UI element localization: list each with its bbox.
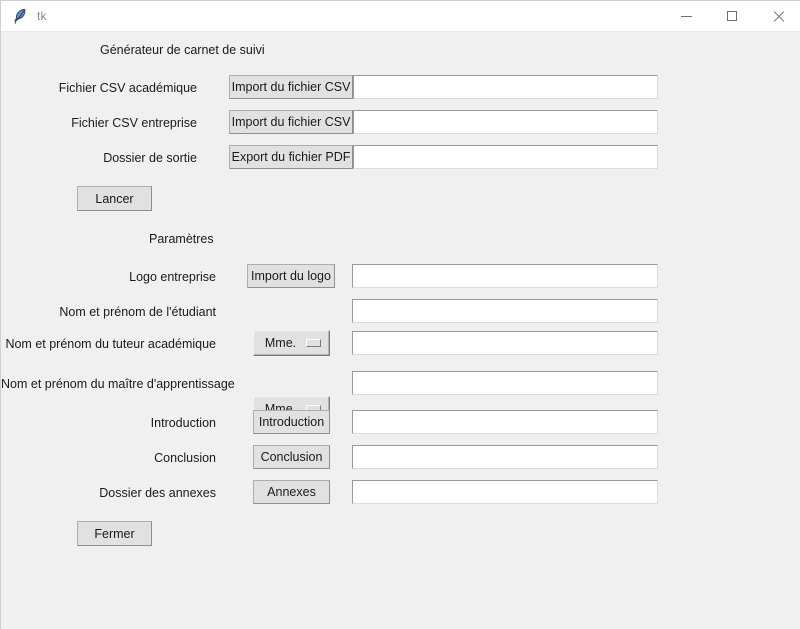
input-nom-etudiant[interactable] bbox=[352, 299, 658, 323]
feather-icon bbox=[11, 7, 29, 25]
close-button[interactable] bbox=[755, 1, 800, 32]
application-window: tk Générateur de carnet de suivi Fichier… bbox=[0, 0, 800, 629]
input-logo-entreprise[interactable] bbox=[352, 264, 658, 288]
title-bar: tk bbox=[1, 1, 800, 32]
dropdown-civilite-tuteur[interactable]: Mme. bbox=[253, 330, 330, 356]
input-dossier-sortie[interactable] bbox=[353, 145, 658, 169]
label-csv-academique: Fichier CSV académique bbox=[58, 81, 197, 95]
button-conclusion[interactable]: Conclusion bbox=[253, 445, 330, 469]
run-button[interactable]: Lancer bbox=[77, 186, 152, 211]
button-import-csv-entreprise[interactable]: Import du fichier CSV bbox=[229, 110, 353, 134]
input-csv-academique[interactable] bbox=[353, 75, 658, 99]
section-heading-generator: Générateur de carnet de suivi bbox=[100, 43, 265, 57]
label-dossier-annexes: Dossier des annexes bbox=[99, 486, 216, 500]
window-controls bbox=[663, 1, 800, 32]
section-heading-parametres: Paramètres bbox=[149, 232, 214, 246]
client-area: Générateur de carnet de suivi Fichier CS… bbox=[1, 32, 800, 629]
label-logo-entreprise: Logo entreprise bbox=[129, 270, 216, 284]
input-csv-entreprise[interactable] bbox=[353, 110, 658, 134]
maximize-button[interactable] bbox=[709, 1, 755, 32]
label-csv-entreprise: Fichier CSV entreprise bbox=[71, 116, 197, 130]
minimize-button[interactable] bbox=[663, 1, 709, 32]
maximize-icon bbox=[727, 11, 737, 21]
input-nom-tuteur-academique[interactable] bbox=[352, 331, 658, 355]
input-conclusion[interactable] bbox=[352, 445, 658, 469]
input-dossier-annexes[interactable] bbox=[352, 480, 658, 504]
label-maitre-apprentissage: Nom et prénom du maître d'apprentissage bbox=[1, 377, 235, 391]
chevron-down-icon bbox=[306, 339, 321, 347]
dropdown-civilite-tuteur-value: Mme. bbox=[264, 336, 297, 350]
label-introduction: Introduction bbox=[150, 416, 216, 430]
input-nom-maitre-apprentissage[interactable] bbox=[352, 371, 658, 395]
label-nom-etudiant: Nom et prénom de l'étudiant bbox=[59, 305, 216, 319]
minimize-icon bbox=[680, 16, 692, 17]
input-introduction[interactable] bbox=[352, 410, 658, 434]
close-app-button[interactable]: Fermer bbox=[77, 521, 152, 546]
close-icon bbox=[773, 11, 784, 22]
label-conclusion: Conclusion bbox=[154, 451, 216, 465]
window-title: tk bbox=[37, 9, 47, 23]
label-tuteur-academique: Nom et prénom du tuteur académique bbox=[5, 337, 216, 351]
button-export-pdf[interactable]: Export du fichier PDF bbox=[229, 145, 353, 169]
button-import-csv-academique[interactable]: Import du fichier CSV bbox=[229, 75, 353, 99]
button-introduction[interactable]: Introduction bbox=[253, 410, 330, 434]
button-annexes[interactable]: Annexes bbox=[253, 480, 330, 504]
button-import-logo[interactable]: Import du logo bbox=[247, 264, 335, 288]
label-dossier-sortie: Dossier de sortie bbox=[103, 151, 197, 165]
